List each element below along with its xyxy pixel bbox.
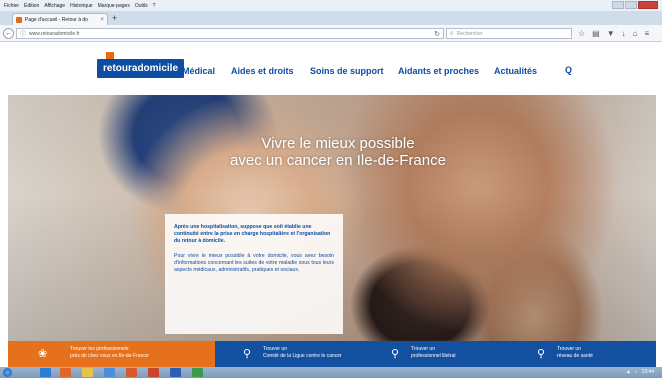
nav-actualites[interactable]: Actualités xyxy=(494,66,537,76)
maximize-button[interactable] xyxy=(625,1,637,9)
hero-banner: Vivre le mieux possible avec un cancer e… xyxy=(8,95,656,341)
reload-icon[interactable]: ↻ xyxy=(434,30,440,38)
menu-bookmarks[interactable]: Marque-pages xyxy=(98,3,130,9)
find-professionals-link[interactable]: ❀ Trouver les professionnels près de che… xyxy=(8,341,215,367)
bb-line1: Trouver les professionnels xyxy=(70,346,129,352)
tab-close-icon[interactable]: × xyxy=(100,17,104,23)
intro-lead: Après une hospitalisation, suppose que s… xyxy=(174,224,331,245)
media-icon[interactable] xyxy=(104,368,115,377)
network-icon[interactable]: ▲ xyxy=(626,369,631,375)
hero-title: Vivre le mieux possible avec un cancer e… xyxy=(178,135,498,169)
nav-medical[interactable]: Médical xyxy=(182,66,215,76)
new-tab-button[interactable]: + xyxy=(112,13,117,23)
search-icon: ⚲ xyxy=(450,30,454,37)
find-professionals-text: Trouver les professionnels près de chez … xyxy=(70,346,149,360)
map-pin-icon: ⚲ xyxy=(243,348,252,360)
tab-strip: Page d'accueil - Retour à do × + xyxy=(0,11,662,25)
excel-icon[interactable] xyxy=(192,368,203,377)
find-ligue-committee-link[interactable]: ⚲ Trouver un Comité de la Ligue contre l… xyxy=(215,341,363,367)
site-search-icon[interactable]: Q xyxy=(565,65,572,75)
find-ligue-text: Trouver un Comité de la Ligue contre le … xyxy=(263,346,342,360)
download-icon[interactable]: ↓ xyxy=(622,28,626,39)
find-health-network-link[interactable]: ⚲ Trouver un réseau de santé xyxy=(511,341,656,367)
intro-body: Pour vivre le mieux possible à votre dom… xyxy=(174,252,334,274)
menu-help[interactable]: ? xyxy=(153,3,156,9)
search-placeholder: Rechercher xyxy=(456,30,483,37)
map-pin-icon: ⚲ xyxy=(391,348,400,360)
explorer-icon[interactable] xyxy=(82,368,93,377)
bb-line1: Trouver un xyxy=(557,346,581,352)
bb-line1: Trouver un xyxy=(263,346,287,352)
nav-aidants-proches[interactable]: Aidants et proches xyxy=(398,66,479,76)
powerpoint-icon[interactable] xyxy=(148,368,159,377)
favicon-icon xyxy=(16,16,22,23)
outlook-icon[interactable] xyxy=(126,368,137,377)
menu-bar: Fichier Édition Affichage Historique Mar… xyxy=(0,0,662,11)
pocket-icon[interactable]: ▼ xyxy=(607,28,615,39)
firefox-icon[interactable] xyxy=(60,368,71,377)
arrow-left-icon: ← xyxy=(5,30,12,37)
info-icon: ⓘ xyxy=(20,32,27,38)
url-bar[interactable]: ⓘ www.retouradomicile.fr ↻ xyxy=(16,28,444,39)
tab-active[interactable]: Page d'accueil - Retour à do × xyxy=(12,13,108,25)
bb-line2: Comité de la Ligue contre le cancer xyxy=(263,353,342,359)
menu-tools[interactable]: Outils xyxy=(135,3,148,9)
volume-icon[interactable]: ♪ xyxy=(635,369,638,375)
toolbar-icons: ☆ ▤ ▼ ↓ ⌂ ≡ xyxy=(578,28,649,39)
back-button[interactable]: ← xyxy=(3,28,14,39)
tab-title: Page d'accueil - Retour à do xyxy=(25,16,88,23)
find-liberal-professional-link[interactable]: ⚲ Trouver un professionnel libéral xyxy=(363,341,511,367)
ie-icon[interactable] xyxy=(40,368,51,377)
bb-line2: près de chez vous en Ile-de-France xyxy=(70,353,149,359)
quick-links-bar: ❀ Trouver les professionnels près de che… xyxy=(8,341,656,367)
bb-line1: Trouver un xyxy=(411,346,435,352)
map-pin-icon: ⚲ xyxy=(537,348,546,360)
minimize-button[interactable] xyxy=(612,1,624,9)
start-button[interactable] xyxy=(3,368,12,377)
logo-flag-icon xyxy=(106,52,114,59)
home-icon[interactable]: ⌂ xyxy=(633,28,638,39)
menu-history[interactable]: Historique xyxy=(70,3,93,9)
find-network-text: Trouver un réseau de santé xyxy=(557,346,593,360)
close-window-button[interactable] xyxy=(638,1,658,9)
menu-view[interactable]: Affichage xyxy=(44,3,65,9)
find-liberal-text: Trouver un professionnel libéral xyxy=(411,346,455,360)
bookmarks-list-icon[interactable]: ▤ xyxy=(592,28,600,39)
clock[interactable]: 13:44 xyxy=(641,369,654,375)
url-text: www.retouradomicile.fr xyxy=(29,30,80,37)
bb-line2: réseau de santé xyxy=(557,353,593,359)
site-logo[interactable]: retouradomicile xyxy=(97,52,185,78)
nav-aides-droits[interactable]: Aides et droits xyxy=(231,66,294,76)
word-icon[interactable] xyxy=(170,368,181,377)
window-controls xyxy=(612,1,658,9)
navigation-toolbar: ← ⓘ www.retouradomicile.fr ↻ ⚲ Recherche… xyxy=(0,25,662,42)
system-tray: ▲ ♪ 13:44 xyxy=(626,369,654,375)
menu-file[interactable]: Fichier xyxy=(4,3,19,9)
intro-card: Après une hospitalisation, suppose que s… xyxy=(165,214,343,334)
nav-soins-support[interactable]: Soins de support xyxy=(310,66,384,76)
menu-hamburger-icon[interactable]: ≡ xyxy=(645,28,650,39)
search-bar[interactable]: ⚲ Rechercher xyxy=(446,28,572,39)
bookmark-star-icon[interactable]: ☆ xyxy=(578,28,585,39)
logo-text: retouradomicile xyxy=(103,63,179,74)
hands-icon: ❀ xyxy=(38,348,48,360)
menu-edit[interactable]: Édition xyxy=(24,3,39,9)
hero-title-line1: Vivre le mieux possible xyxy=(261,135,415,152)
os-taskbar: ▲ ♪ 13:44 xyxy=(0,367,662,378)
bb-line2: professionnel libéral xyxy=(411,353,456,359)
hero-title-line2: avec un cancer en Ile-de-France xyxy=(230,152,446,169)
site-header: retouradomicile Médical Aides et droits … xyxy=(0,43,662,95)
